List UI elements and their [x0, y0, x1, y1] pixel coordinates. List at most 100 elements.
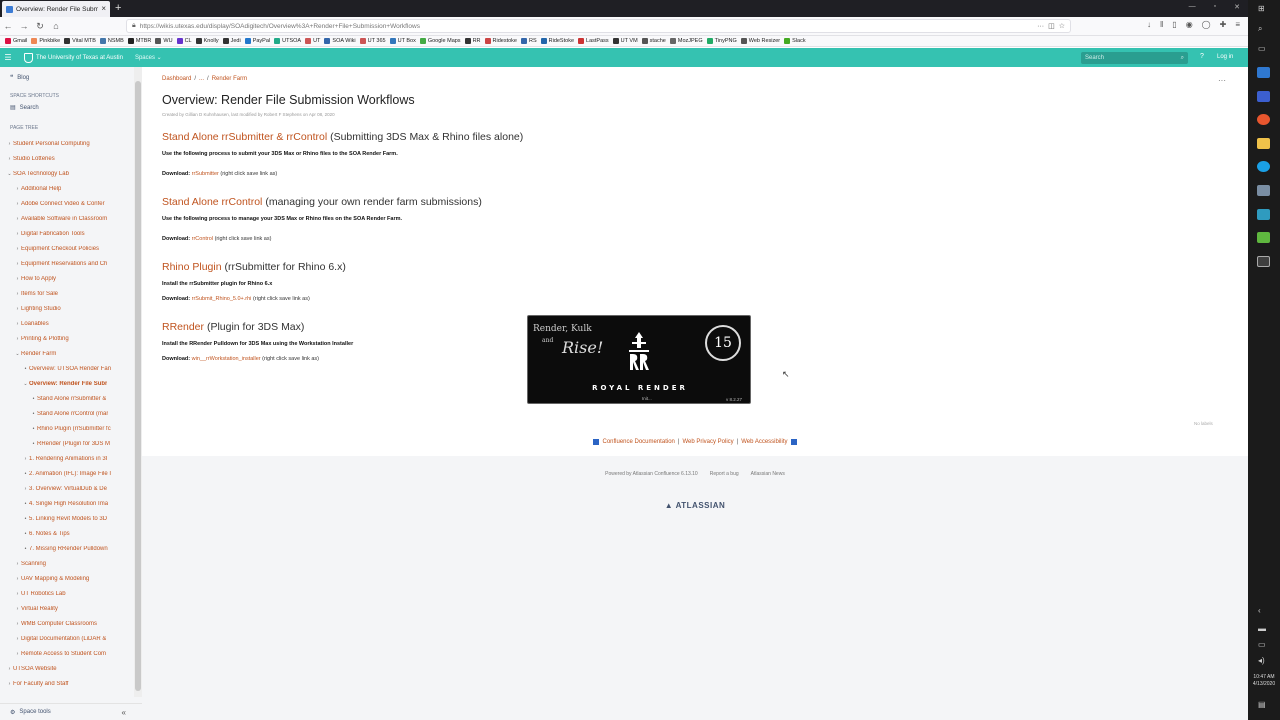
sidebar-tree-item[interactable]: • Stand Alone rrSubmitter &: [0, 393, 134, 405]
expand-arrow-icon[interactable]: ⌄: [22, 381, 29, 387]
sidebar-tree-item[interactable]: • 2. Animation (IFL): Image File I: [0, 468, 134, 480]
sidebar-search[interactable]: ▤ Search: [10, 104, 39, 112]
bookmark-item[interactable]: Pinkbike: [31, 38, 60, 44]
download-link[interactable]: rrSubmitter: [192, 171, 219, 177]
firefox-icon[interactable]: [1257, 114, 1270, 125]
bookmark-item[interactable]: Gmail: [5, 38, 27, 44]
expand-arrow-icon[interactable]: ›: [14, 231, 21, 237]
network-icon[interactable]: ▭: [1258, 640, 1266, 649]
sidebar-tree-item[interactable]: • Overview: UTSOA Render Fan: [0, 363, 134, 375]
sidebar-tree-item[interactable]: ⌄ Overview: Render File Subr: [0, 378, 134, 390]
search-input[interactable]: Search ⌕: [1081, 52, 1188, 64]
back-icon[interactable]: ←: [0, 21, 16, 31]
sidebar-tree-item[interactable]: • Stand Alone rrControl (mar: [0, 408, 134, 420]
footer-link-privacy[interactable]: Web Privacy Policy: [682, 439, 733, 445]
sidebar-tree-item[interactable]: • 4. Single High Resolution Ima: [0, 498, 134, 510]
bookmark-item[interactable]: WU: [155, 38, 173, 44]
expand-arrow-icon[interactable]: ›: [22, 486, 29, 492]
sidebar-tree-item[interactable]: ⌄ Render Farm: [0, 348, 134, 360]
breadcrumb-dashboard[interactable]: Dashboard: [162, 76, 191, 82]
bookmark-item[interactable]: UT: [305, 38, 320, 44]
sidebar-blog[interactable]: ❝ Blog: [10, 74, 29, 82]
app-icon[interactable]: [1257, 185, 1270, 196]
expand-arrow-icon[interactable]: ›: [22, 456, 29, 462]
bookmark-item[interactable]: Google Maps: [419, 38, 461, 44]
expand-arrow-icon[interactable]: ›: [14, 276, 21, 282]
bookmark-item[interactable]: MozJPEG: [669, 38, 703, 44]
sidebar-tree-item[interactable]: • RRender (Plugin for 3DS M: [0, 438, 134, 450]
expand-arrow-icon[interactable]: ›: [6, 681, 13, 687]
site-logo[interactable]: The University of Texas at Austin: [24, 52, 123, 63]
expand-arrow-icon[interactable]: ›: [6, 666, 13, 672]
help-icon[interactable]: ?: [1200, 53, 1204, 60]
bookmark-item[interactable]: NSMB: [99, 38, 124, 44]
browser-tab[interactable]: Overview: Render File Submission ×: [2, 1, 110, 17]
notifications-icon[interactable]: ▤: [1258, 700, 1266, 709]
section-heading-link[interactable]: Rhino Plugin: [162, 261, 222, 273]
volume-icon[interactable]: ◂): [1258, 656, 1265, 665]
bookmark-item[interactable]: RR: [464, 38, 481, 44]
expand-arrow-icon[interactable]: ›: [14, 321, 21, 327]
sidebar-tree-item[interactable]: › 1. Rendering Animations in 3I: [0, 453, 134, 465]
expand-arrow-icon[interactable]: ›: [6, 156, 13, 162]
expand-arrow-icon[interactable]: ›: [14, 186, 21, 192]
bookmark-item[interactable]: UTSOA: [274, 38, 301, 44]
menu-icon[interactable]: ≡: [1235, 20, 1240, 29]
sidebar-tree-item[interactable]: › For Faculty and Staff: [0, 678, 134, 690]
download-link[interactable]: rrSubmit_Rhino_5.0+.rhi: [192, 296, 252, 302]
breadcrumb-ellipsis[interactable]: ...: [199, 76, 204, 82]
teams-icon[interactable]: [1257, 91, 1270, 102]
section-heading-link[interactable]: Stand Alone rrControl: [162, 196, 262, 208]
footer-link-accessibility[interactable]: Web Accessibility: [741, 439, 787, 445]
sidebar-scrollbar[interactable]: [134, 67, 142, 697]
expand-arrow-icon[interactable]: ›: [14, 336, 21, 342]
maximize-icon[interactable]: ▫: [1214, 3, 1216, 11]
bookmark-item[interactable]: Ridestoke: [484, 38, 517, 44]
bookmark-star-icon[interactable]: ☆: [1059, 22, 1065, 30]
sidebar-tree-item[interactable]: › Available Software in Classroom: [0, 213, 134, 225]
bookmark-item[interactable]: UT VM: [612, 38, 638, 44]
sidebar-tree-item[interactable]: › Remote Access to Student Com: [0, 648, 134, 660]
sidebar-tree-item[interactable]: › Scanning: [0, 558, 134, 570]
bookmark-item[interactable]: CL: [176, 38, 192, 44]
extension-icon[interactable]: ◉: [1186, 20, 1193, 29]
bookmark-item[interactable]: UT Box: [389, 38, 416, 44]
expand-arrow-icon[interactable]: ›: [14, 576, 21, 582]
library-icon[interactable]: ‖: [1160, 20, 1163, 29]
sidebar-tree-item[interactable]: • 6. Notes & Tips: [0, 528, 134, 540]
sidebar-tree-item[interactable]: › How to Apply: [0, 273, 134, 285]
skype-icon[interactable]: [1257, 161, 1270, 172]
expand-arrow-icon[interactable]: ›: [14, 306, 21, 312]
terminal-icon[interactable]: [1257, 256, 1270, 267]
sidebar-tree-item[interactable]: › UT Robotics Lab: [0, 588, 134, 600]
new-tab-icon[interactable]: +: [115, 2, 121, 14]
close-tab-icon[interactable]: ×: [101, 5, 106, 13]
sidebar-tree-item[interactable]: › Studio Lotteries: [0, 153, 134, 165]
download-icon[interactable]: ↓: [1147, 20, 1151, 29]
close-window-icon[interactable]: ✕: [1234, 3, 1240, 11]
expand-arrow-icon[interactable]: ›: [14, 606, 21, 612]
sidebar-tree-item[interactable]: ⌄ SOA Technology Lab: [0, 168, 134, 180]
sidebar-tree-item[interactable]: › Adobe Connect Video & Confer: [0, 198, 134, 210]
taskbar-clock[interactable]: 10:47 AM 4/13/2020: [1250, 674, 1278, 688]
expand-arrow-icon[interactable]: ›: [14, 216, 21, 222]
bookmark-item[interactable]: Slack: [784, 38, 806, 44]
extensions-icon[interactable]: ✚: [1220, 20, 1227, 29]
tray-app-icon[interactable]: ▬: [1258, 624, 1266, 633]
sidebar-tree-item[interactable]: › 3. Overview: VirtualDub & De: [0, 483, 134, 495]
sidebar-tree-item[interactable]: › Digital Documentation (LiDAR &: [0, 633, 134, 645]
bookmark-item[interactable]: Vital MTB: [64, 38, 96, 44]
bookmark-item[interactable]: Web Resizer: [740, 38, 780, 44]
tray-chevron-icon[interactable]: ‹: [1258, 606, 1261, 615]
sidebar-tree-item[interactable]: › Virtual Reality: [0, 603, 134, 615]
report-bug-link[interactable]: Report a bug: [710, 471, 739, 477]
camtasia-icon[interactable]: [1257, 232, 1270, 243]
bookmark-item[interactable]: RS: [520, 38, 537, 44]
sidebar-tree-item[interactable]: › WMB Computer Classrooms: [0, 618, 134, 630]
pocket-icon[interactable]: ◫: [1048, 22, 1055, 30]
expand-arrow-icon[interactable]: ⌄: [14, 351, 21, 357]
sidebar-tree-item[interactable]: › Digital Fabrication Tools: [0, 228, 134, 240]
bookmark-item[interactable]: SOA Wiki: [324, 38, 356, 44]
sidebar-tree-item[interactable]: › UTSOA Website: [0, 663, 134, 675]
bookmark-item[interactable]: MTBR: [127, 38, 151, 44]
